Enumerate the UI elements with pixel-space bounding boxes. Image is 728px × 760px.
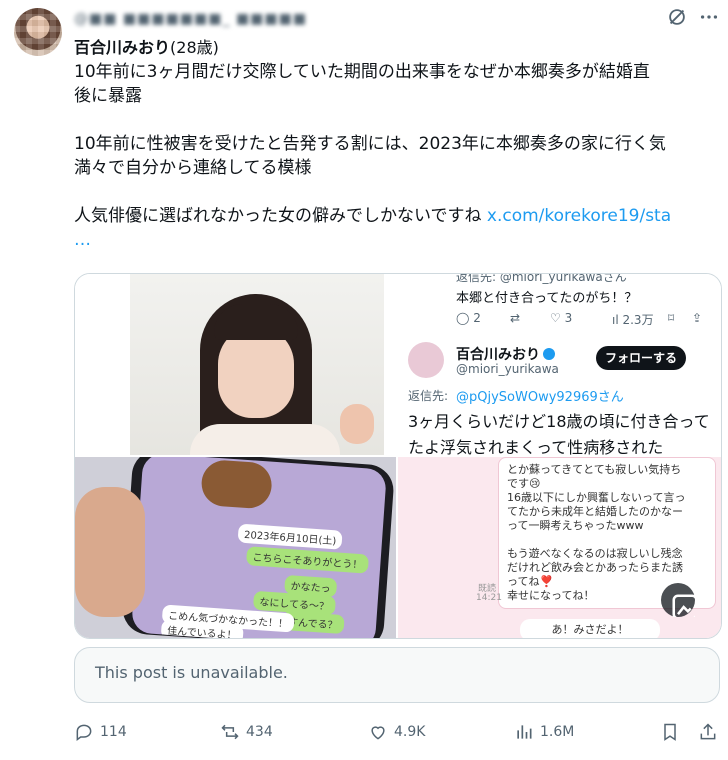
media-grid[interactable]: 返信先: @miori_yurikawaさん 本郷と付き合ってたのがち！？ ◯ … (74, 273, 722, 639)
bookmark-icon (664, 723, 676, 741)
post-line (74, 180, 722, 204)
post-line: 人気俳優に選ばれなかった女の僻みでしかないですね (74, 206, 487, 226)
portrait-photo (130, 274, 384, 455)
post-link[interactable]: x.com/korekore19/sta (487, 206, 671, 226)
tag-icon (672, 594, 698, 620)
author-name-row: 百合川みおり(28歳) (74, 34, 219, 58)
blurred-handle: @■■ ■■■■■■■_ ■■■■■ (74, 11, 308, 27)
post-text: 10年前に3ヶ月間だけ交際していた期間の出来事をなぜか本郷奏多が結婚直 後に暴露… (74, 60, 722, 252)
stat-replies-count: 2 (473, 311, 481, 325)
stat-bookmark-icon: ⌑ (668, 311, 675, 325)
post-line: 10年前に3ヶ月間だけ交際していた期間の出来事をなぜか本郷奏多が結婚直 (74, 62, 650, 82)
more-icon[interactable] (698, 6, 720, 28)
repost-count: 434 (246, 724, 273, 740)
repost-button[interactable]: 434 (220, 718, 273, 746)
stat-likes-count: 3 (564, 311, 573, 325)
post-ellipsis[interactable]: … (74, 228, 722, 252)
bangs-shape (214, 304, 298, 340)
reply-to-handle: @pQjySoWOwy92969さん (456, 390, 624, 405)
like-count: 4.9K (394, 724, 426, 740)
media-photo-portrait[interactable] (75, 274, 396, 455)
line-time: 14:21 (476, 593, 502, 603)
stat-retweet-icon: ⇄ (510, 311, 521, 325)
display-name[interactable]: 百合川みおり (74, 38, 170, 57)
quoted-handle: @miori_yurikawa (456, 362, 559, 376)
quoted-avatar (408, 342, 444, 378)
post-line-with-link: 人気俳優に選ばれなかった女の僻みでしかないですね x.com/korekore1… (74, 204, 722, 228)
quoted-post-unavailable: This post is unavailable. (74, 647, 720, 703)
stat-likes: ♡ 3 (550, 311, 573, 325)
post-line: 後に暴露 (74, 86, 142, 106)
media-photo-phone[interactable]: 2023年6月10日(土) こちらこそありがとう！ かなたっ なにしてる〜？ す… (75, 457, 396, 638)
stat-views-count: 2.3万 (622, 313, 654, 327)
quoted-text-2: たよ浮気されまくって性病移された (408, 438, 664, 455)
views-button[interactable]: 1.6M (514, 718, 574, 746)
quoted-name: 百合川みおり (456, 347, 540, 363)
grok-icon[interactable] (666, 6, 688, 28)
reply-text-top: 本郷と付き合ってたのがち！？ (456, 291, 638, 306)
repost-icon (221, 724, 239, 740)
bookmark-button[interactable] (660, 718, 680, 746)
stat-share-icon: ⇪ (692, 311, 703, 325)
age-suffix: (28歳) (170, 38, 219, 57)
stat-views: ıl 2.3万 (612, 313, 654, 327)
like-button[interactable]: 4.9K (368, 718, 425, 746)
avatar[interactable] (14, 8, 62, 56)
unavailable-text: This post is unavailable. (95, 663, 288, 682)
heart-icon (371, 726, 385, 740)
verified-icon (543, 348, 555, 360)
post-line: 10年前に性被害を受けたと告発する割には、2023年に本郷奏多の家に行く気 (74, 134, 666, 154)
share-icon (700, 723, 716, 740)
stat-replies: ◯ 2 (456, 311, 481, 325)
hand-shape (340, 404, 374, 444)
handle-row: @■■ ■■■■■■■_ ■■■■■ (74, 8, 307, 30)
shirt-shape (190, 424, 340, 455)
follow-button: フォローする (596, 346, 686, 370)
line-text: 幸せになってね！ (507, 589, 595, 602)
reply-to-label: 返信先: (408, 389, 449, 403)
thumb-shape (75, 487, 145, 617)
media-screenshot-reply[interactable]: 返信先: @miori_yurikawaさん 本郷と付き合ってたのがち！？ ◯ … (398, 274, 721, 455)
reply-count: 114 (100, 724, 127, 740)
chat-line: こちらこそありがとう！ (245, 546, 370, 574)
quoted-name-row: 百合川みおり (456, 344, 555, 364)
post-line (74, 108, 722, 132)
action-bar: 114 434 4.9K 1.6M (74, 718, 720, 746)
views-icon (517, 725, 532, 739)
image-tag-button[interactable] (661, 583, 698, 620)
sticker-image (200, 458, 274, 510)
line-bottom: あ！みさだよ！ (520, 619, 660, 638)
line-text: って一瞬考えちゃったwww (507, 519, 644, 532)
quoted-text-1: 3ヶ月くらいだけど18歳の頃に付き合って (408, 412, 710, 431)
share-button[interactable] (698, 718, 718, 746)
reply-to-top: 返信先: @miori_yurikawaさん (456, 274, 627, 284)
reply-icon (76, 724, 92, 741)
post-line: 満々で自分から連絡してる模様 (74, 158, 312, 178)
reply-button[interactable]: 114 (74, 718, 127, 746)
views-count: 1.6M (540, 724, 575, 740)
phone-screen: 2023年6月10日(土) こちらこそありがとう！ かなたっ なにしてる〜？ す… (131, 457, 387, 638)
